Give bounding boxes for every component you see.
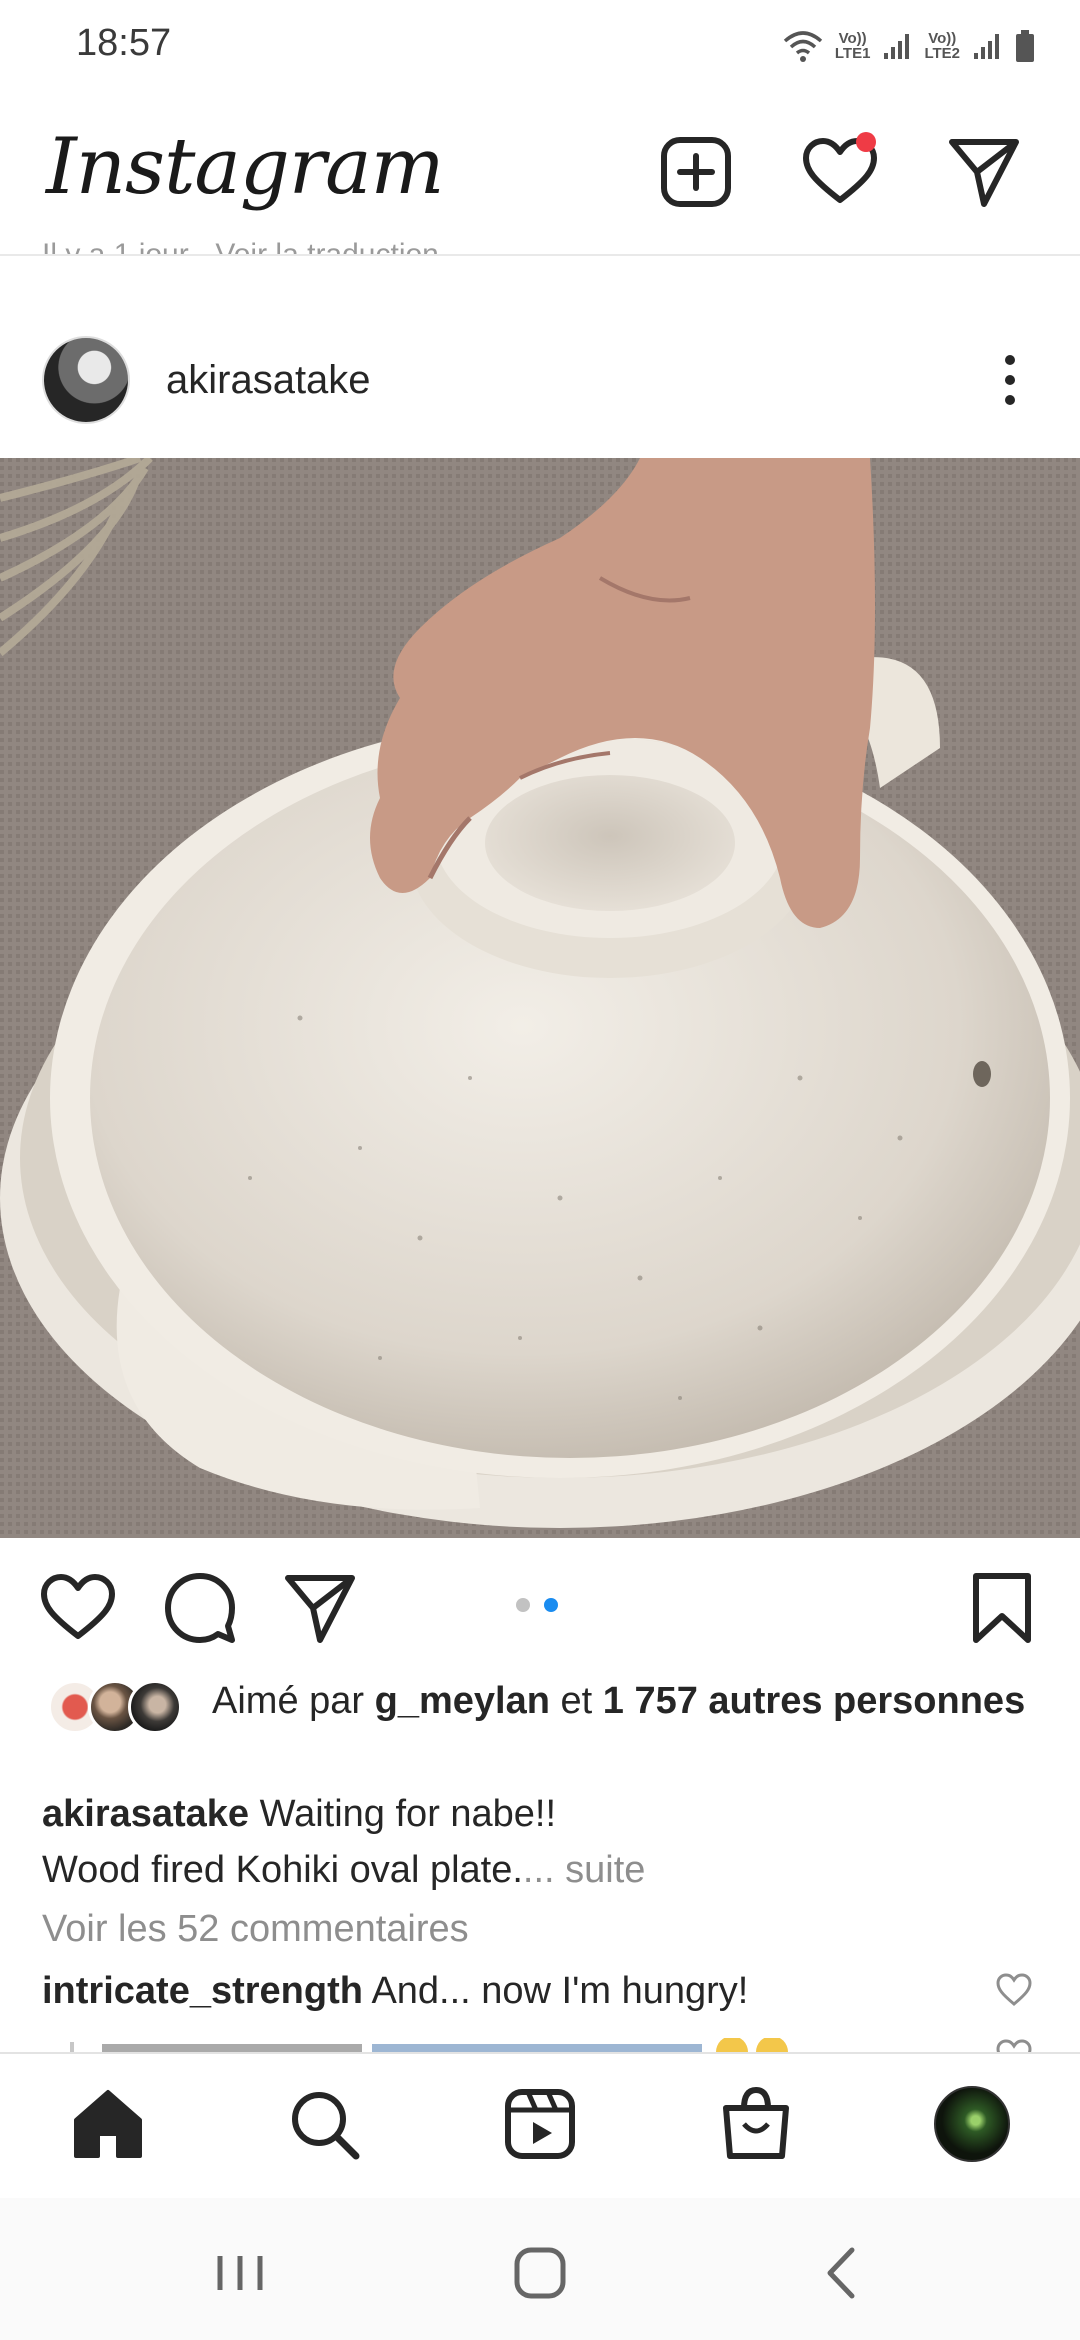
carousel-indicator bbox=[516, 1598, 558, 1612]
header-divider bbox=[0, 254, 1080, 256]
caption-username[interactable]: akirasatake bbox=[42, 1793, 249, 1835]
status-bar: 18:57 Vo)) LTE1 Vo)) LTE2 bbox=[0, 0, 1080, 92]
home-button-icon[interactable] bbox=[505, 2238, 575, 2308]
post-caption: akirasatake Waiting for nabe!! Wood fire… bbox=[42, 1786, 1042, 1898]
direct-send-icon[interactable] bbox=[944, 132, 1024, 212]
bottom-navigation bbox=[0, 2052, 1080, 2198]
caption-line-1: Waiting for nabe!! bbox=[259, 1793, 557, 1835]
likes-connector: et bbox=[560, 1680, 593, 1722]
comment-username[interactable]: intricate_strength bbox=[42, 1970, 363, 2012]
likes-prefix: Aimé par bbox=[212, 1680, 365, 1722]
shop-icon[interactable] bbox=[716, 2084, 796, 2164]
status-time: 18:57 bbox=[76, 22, 172, 64]
donabe-photo bbox=[0, 458, 1080, 1538]
recents-icon[interactable] bbox=[205, 2238, 275, 2308]
carousel-dot-active bbox=[544, 1598, 558, 1612]
status-icons: Vo)) LTE1 Vo)) LTE2 bbox=[783, 24, 1036, 68]
caption-line-2: Wood fired Kohiki oval plate. bbox=[42, 1849, 523, 1891]
signal-icon bbox=[974, 34, 999, 59]
sim2-label: Vo)) LTE2 bbox=[924, 30, 960, 62]
caption-more-link[interactable]: ... suite bbox=[523, 1849, 646, 1891]
avatar bbox=[128, 1680, 182, 1734]
home-icon[interactable] bbox=[68, 2084, 148, 2164]
previous-post-meta: Il y a 1 jour · Voir la traduction bbox=[42, 238, 439, 254]
post-header: akirasatake bbox=[0, 320, 1080, 440]
save-bookmark-icon[interactable] bbox=[964, 1570, 1040, 1646]
battery-icon bbox=[1016, 30, 1034, 62]
sim1-label: Vo)) LTE1 bbox=[834, 30, 871, 62]
heart-icon[interactable] bbox=[800, 132, 880, 212]
post-media[interactable] bbox=[0, 458, 1080, 1538]
comment-like-icon[interactable] bbox=[996, 1972, 1032, 2008]
post-action-row bbox=[0, 1538, 1080, 1674]
search-icon[interactable] bbox=[284, 2084, 364, 2164]
more-options-icon[interactable] bbox=[990, 350, 1030, 410]
like-icon[interactable] bbox=[40, 1570, 116, 1646]
reels-icon[interactable] bbox=[500, 2084, 580, 2164]
back-icon[interactable] bbox=[808, 2238, 878, 2308]
share-icon[interactable] bbox=[282, 1570, 358, 1646]
new-post-icon[interactable] bbox=[656, 132, 736, 212]
signal-icon bbox=[884, 34, 910, 59]
comment-reply-peek bbox=[42, 2038, 1042, 2052]
comment-item: intricate_strength And... now I'm hungry… bbox=[42, 1970, 982, 2013]
wifi-icon bbox=[783, 31, 823, 62]
system-navigation-bar bbox=[0, 2198, 1080, 2340]
post-username[interactable]: akirasatake bbox=[166, 358, 371, 403]
likes-others-count[interactable]: 1 757 autres personnes bbox=[603, 1680, 1025, 1722]
app-header: Instagram bbox=[0, 92, 1080, 254]
comment-text: And... now I'm hungry! bbox=[371, 1970, 749, 2012]
liked-by-avatars[interactable] bbox=[48, 1680, 198, 1740]
liked-by-username[interactable]: g_meylan bbox=[375, 1680, 550, 1722]
view-all-comments-link[interactable]: Voir les 52 commentaires bbox=[42, 1908, 469, 1951]
carousel-dot bbox=[516, 1598, 530, 1612]
likes-summary[interactable]: Aimé par g_meylan et 1 757 autres person… bbox=[212, 1676, 1032, 1726]
profile-avatar[interactable] bbox=[934, 2086, 1010, 2162]
comment-like-icon[interactable] bbox=[996, 2038, 1032, 2052]
avatar[interactable] bbox=[42, 336, 130, 424]
notification-dot bbox=[856, 132, 876, 152]
instagram-logo[interactable]: Instagram bbox=[46, 122, 445, 212]
comment-icon[interactable] bbox=[162, 1570, 238, 1646]
